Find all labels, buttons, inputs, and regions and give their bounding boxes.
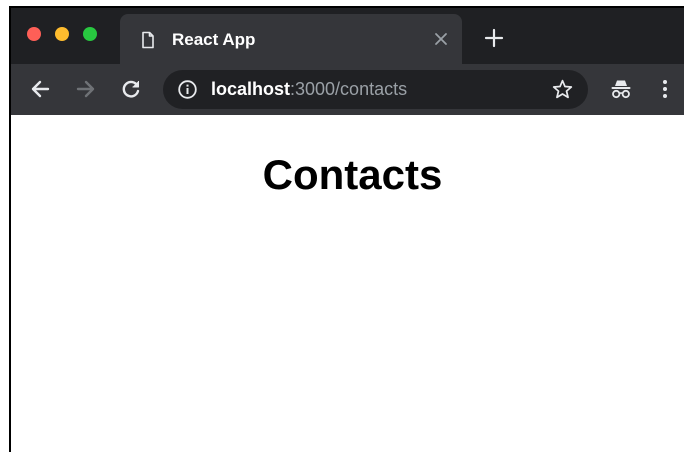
plus-icon[interactable] xyxy=(484,28,504,48)
reload-icon[interactable] xyxy=(120,78,142,100)
browser-toolbar: localhost:3000/contacts xyxy=(11,64,684,115)
document-icon xyxy=(139,31,157,49)
browser-window: React App localhost:3000/contacts Contac… xyxy=(9,6,684,452)
page-title: Contacts xyxy=(262,151,443,198)
close-icon[interactable] xyxy=(432,30,450,48)
star-icon[interactable] xyxy=(551,78,574,101)
window-minimize-button[interactable] xyxy=(55,27,69,41)
vertical-dots-icon[interactable] xyxy=(659,78,671,100)
url-text[interactable]: localhost:3000/contacts xyxy=(211,79,407,100)
window-close-button[interactable] xyxy=(27,27,41,41)
tab-title: React App xyxy=(172,30,256,49)
tab-strip: React App xyxy=(11,8,684,64)
window-maximize-button[interactable] xyxy=(83,27,97,41)
incognito-icon[interactable] xyxy=(609,77,633,101)
page-content: Contacts xyxy=(11,115,684,452)
arrow-right-icon[interactable] xyxy=(75,78,97,100)
arrow-left-icon[interactable] xyxy=(29,78,51,100)
url-host: localhost xyxy=(211,79,291,99)
browser-tab[interactable]: React App xyxy=(120,14,462,64)
info-icon[interactable] xyxy=(177,79,198,100)
address-bar[interactable]: localhost:3000/contacts xyxy=(163,70,588,109)
url-path: :3000/contacts xyxy=(290,79,408,99)
